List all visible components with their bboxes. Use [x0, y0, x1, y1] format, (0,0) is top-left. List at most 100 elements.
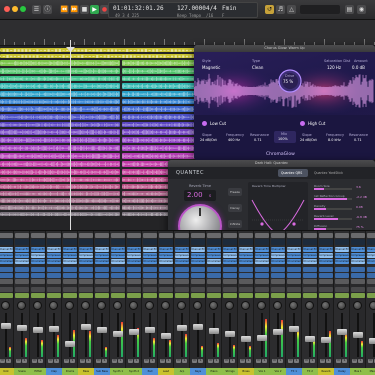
plugin-slot[interactable]: ChromaVerb [255, 259, 269, 264]
automation-slot[interactable] [367, 293, 375, 298]
mute-button[interactable]: M [320, 359, 325, 363]
solo-button[interactable]: S [86, 359, 91, 363]
send-slot[interactable] [207, 273, 221, 278]
send-slot[interactable] [287, 279, 301, 284]
stop-button[interactable]: ■ [80, 5, 89, 14]
send-slot[interactable] [255, 279, 269, 284]
setting-slot[interactable] [255, 233, 269, 238]
channel-name[interactable]: Kick [0, 368, 14, 375]
plugin-slot[interactable]: ChromaVerb [159, 259, 173, 264]
send-slot[interactable] [319, 267, 333, 272]
low-slope-value[interactable]: 24 dB/Oct [200, 138, 217, 142]
send-slot[interactable] [335, 267, 349, 272]
send-slot[interactable] [79, 279, 93, 284]
mute-button[interactable]: M [16, 359, 21, 363]
volume-fader[interactable] [193, 324, 203, 330]
plugin-slot[interactable]: Compressor [351, 253, 365, 258]
eq-thumbnail[interactable] [47, 239, 61, 245]
inspector-button[interactable]: ⓘ [43, 5, 52, 14]
plugin-slot[interactable]: Channel EQ [79, 247, 93, 252]
solo-button[interactable]: S [310, 359, 315, 363]
send-slot[interactable] [79, 267, 93, 272]
volume-fader[interactable] [353, 332, 363, 338]
solo-button[interactable]: S [182, 359, 187, 363]
channel-name[interactable]: Delay [334, 368, 350, 375]
send-slot[interactable] [287, 273, 301, 278]
quantec-side-button-decay[interactable]: Decay [228, 204, 242, 212]
automation-slot[interactable] [191, 293, 205, 298]
solo-button[interactable]: S [70, 359, 75, 363]
send-slot[interactable] [351, 273, 365, 278]
group-slot[interactable] [287, 287, 301, 292]
list-editors-button[interactable]: ▤ [345, 5, 354, 14]
send-slot[interactable] [111, 273, 125, 278]
mute-button[interactable]: M [64, 359, 69, 363]
plugin-slot[interactable]: ChromaVerb [239, 259, 253, 264]
send-slot[interactable] [159, 273, 173, 278]
group-slot[interactable] [15, 287, 29, 292]
channel-name[interactable]: Snare [14, 368, 30, 375]
automation-slot[interactable] [255, 293, 269, 298]
setting-slot[interactable] [319, 233, 333, 238]
high-resonance-value[interactable]: 0.71 [354, 138, 362, 142]
send-slot[interactable] [239, 273, 253, 278]
volume-fader[interactable] [81, 324, 91, 330]
quantec-param-value[interactable]: 75 % [356, 225, 364, 229]
pan-knob[interactable] [257, 301, 266, 310]
audio-region[interactable] [0, 168, 120, 175]
eq-thumbnail[interactable] [143, 239, 157, 245]
plugin-slot[interactable]: Channel EQ [0, 247, 13, 252]
group-slot[interactable] [191, 287, 205, 292]
eq-thumbnail[interactable] [319, 239, 333, 245]
audio-region[interactable] [0, 121, 120, 127]
plugin-slot[interactable]: Channel EQ [31, 247, 45, 252]
automation-slot[interactable] [79, 293, 93, 298]
pan-knob[interactable] [305, 301, 314, 310]
loop-browser-button[interactable]: ◉ [357, 5, 366, 14]
send-slot[interactable] [111, 279, 125, 284]
channel-name[interactable]: Synth 1 [110, 368, 126, 375]
send-slot[interactable] [223, 279, 237, 284]
automation-slot[interactable] [159, 293, 173, 298]
zoom-window-button[interactable] [20, 6, 26, 12]
plugin-slot[interactable]: ChromaVerb [303, 259, 317, 264]
send-slot[interactable] [351, 267, 365, 272]
volume-fader[interactable] [257, 335, 267, 341]
group-slot[interactable] [239, 287, 253, 292]
send-slot[interactable] [271, 279, 285, 284]
plugin-slot[interactable]: Channel EQ [175, 247, 189, 252]
mute-button[interactable]: M [288, 359, 293, 363]
setting-slot[interactable] [207, 233, 221, 238]
volume-fader[interactable] [17, 325, 27, 331]
plugin-slot[interactable]: Compressor [159, 253, 173, 258]
plugin-slot[interactable]: Compressor [0, 253, 13, 258]
plugin-slot[interactable]: Channel EQ [319, 247, 333, 252]
plugin-slot[interactable]: Channel EQ [271, 247, 285, 252]
setting-slot[interactable] [63, 233, 77, 238]
eq-thumbnail[interactable] [271, 239, 285, 245]
solo-button[interactable]: S [262, 359, 267, 363]
plugin-slot[interactable]: Compressor [367, 253, 375, 258]
plugin-slot[interactable]: Compressor [223, 253, 237, 258]
quantec-side-button-infinite[interactable]: Infinite [228, 220, 242, 228]
mute-button[interactable]: M [112, 359, 117, 363]
quantec-param-slider[interactable] [314, 218, 352, 220]
plugin-slot[interactable]: Channel EQ [367, 247, 375, 252]
send-slot[interactable] [239, 267, 253, 272]
mute-button[interactable]: M [176, 359, 181, 363]
group-slot[interactable] [47, 287, 61, 292]
send-slot[interactable] [287, 267, 301, 272]
send-slot[interactable] [255, 273, 269, 278]
volume-fader[interactable] [321, 337, 331, 343]
pan-knob[interactable] [225, 301, 234, 310]
audio-region[interactable] [0, 113, 120, 120]
plugin-slot[interactable]: ChromaVerb [223, 259, 237, 264]
send-slot[interactable] [143, 267, 157, 272]
send-slot[interactable] [127, 273, 141, 278]
mute-button[interactable]: M [32, 359, 37, 363]
mute-button[interactable]: M [192, 359, 197, 363]
forward-button[interactable]: ⏩ [70, 5, 79, 14]
group-slot[interactable] [95, 287, 109, 292]
group-slot[interactable] [367, 287, 375, 292]
automation-slot[interactable] [223, 293, 237, 298]
